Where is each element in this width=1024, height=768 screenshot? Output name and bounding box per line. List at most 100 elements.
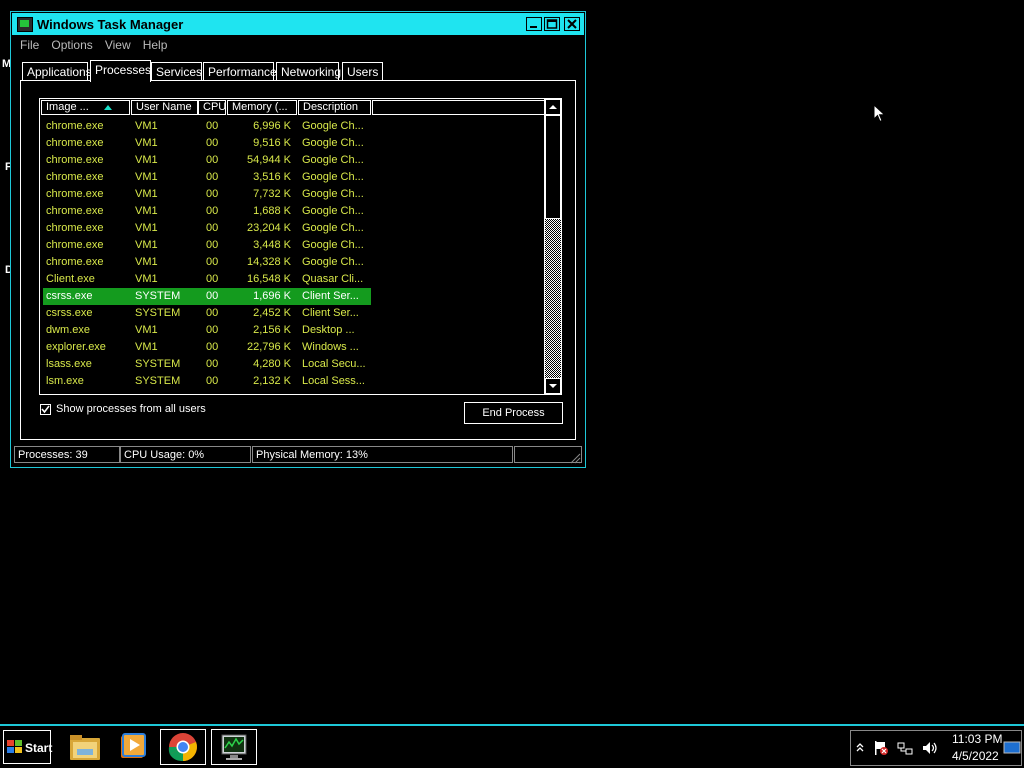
status-processes: Processes: 39 [14,446,120,463]
process-row[interactable]: lsm.exe SYSTEM 00 2,132 K Local Sess... [43,373,371,390]
process-row[interactable]: chrome.exe VM1 00 14,328 K Google Ch... [43,254,371,271]
tab-networking[interactable]: Networking [276,62,341,80]
vertical-scrollbar[interactable] [544,99,561,394]
window-title: Windows Task Manager [37,17,184,32]
process-memory: 3,448 K [253,239,291,251]
process-user: VM1 [135,205,158,217]
tab-services[interactable]: Services [151,62,202,80]
windows-logo-icon [7,740,22,753]
process-description: Quasar Cli... [302,273,364,285]
taskbar-task-manager[interactable] [211,729,257,765]
process-description: Google Ch... [302,205,364,217]
show-all-users-label[interactable]: Show processes from all users [56,403,206,415]
process-memory: 2,452 K [253,307,291,319]
action-center-flag-icon[interactable] [873,740,889,756]
resize-grip-icon[interactable] [569,452,581,464]
process-memory: 22,796 K [246,341,291,353]
process-cpu: 00 [206,188,219,200]
process-row[interactable]: chrome.exe VM1 00 23,204 K Google Ch... [43,220,371,237]
process-name: csrss.exe [46,307,93,319]
process-user: VM1 [135,256,158,268]
process-row[interactable]: Client.exe VM1 00 16,548 K Quasar Cli... [43,271,371,288]
process-description: Windows ... [302,341,359,353]
process-name: chrome.exe [46,171,104,183]
scroll-up-icon [549,105,557,109]
scroll-thumb[interactable] [545,115,561,219]
show-desktop-icon[interactable] [1003,740,1021,756]
process-description: Google Ch... [302,222,364,234]
end-process-button[interactable]: End Process [464,402,563,424]
close-button[interactable] [564,17,580,31]
volume-icon[interactable] [921,740,939,756]
taskbar-chrome[interactable] [160,729,206,765]
process-cpu: 00 [206,222,219,234]
process-row[interactable]: dwm.exe VM1 00 2,156 K Desktop ... [43,322,371,339]
process-row[interactable]: explorer.exe VM1 00 22,796 K Windows ... [43,339,371,356]
process-row[interactable]: lsass.exe SYSTEM 00 4,280 K Local Secu... [43,356,371,373]
process-name: chrome.exe [46,239,104,251]
process-name: csrss.exe [46,290,93,302]
process-name: dwm.exe [46,324,91,336]
process-name: chrome.exe [46,154,104,166]
process-row[interactable]: chrome.exe VM1 00 3,516 K Google Ch... [43,169,371,186]
process-row[interactable]: chrome.exe VM1 00 3,448 K Google Ch... [43,237,371,254]
process-row[interactable]: csrss.exe SYSTEM 00 1,696 K Client Ser... [43,288,371,305]
process-description: Google Ch... [302,171,364,183]
column-image-name[interactable]: Image ... [41,100,130,115]
column-memory[interactable]: Memory (... [227,100,297,115]
process-user: SYSTEM [135,290,181,302]
scroll-down-button[interactable] [545,378,561,394]
menu-bar: File Options View Help [20,38,176,54]
menu-file[interactable]: File [20,38,39,52]
clock-date[interactable]: 4/5/2022 [952,749,999,763]
process-cpu: 00 [206,290,219,302]
process-row[interactable]: chrome.exe VM1 00 54,944 K Google Ch... [43,152,371,169]
close-icon [567,19,577,29]
clock-time[interactable]: 11:03 PM [952,732,1002,746]
menu-help[interactable]: Help [143,38,168,52]
tab-processes[interactable]: Processes [90,60,151,82]
process-user: VM1 [135,222,158,234]
process-row[interactable]: csrss.exe SYSTEM 00 2,452 K Client Ser... [43,305,371,322]
process-row[interactable]: chrome.exe VM1 00 9,516 K Google Ch... [43,135,371,152]
network-icon[interactable] [897,740,913,756]
show-hidden-icons-icon[interactable] [855,742,865,754]
tab-applications[interactable]: Applications [22,62,92,80]
title-bar[interactable]: Windows Task Manager [12,13,584,35]
tab-users[interactable]: Users [342,62,383,80]
process-cpu: 00 [206,273,219,285]
process-name: chrome.exe [46,137,104,149]
column-description[interactable]: Description [298,100,371,115]
start-button[interactable]: Start [3,730,52,764]
process-memory: 16,548 K [246,273,291,285]
column-user-name[interactable]: User Name [131,100,198,115]
menu-view[interactable]: View [105,38,131,52]
process-name: chrome.exe [46,256,104,268]
file-explorer-icon [70,735,100,760]
process-memory: 7,732 K [253,188,291,200]
scroll-up-button[interactable] [545,99,561,115]
process-row[interactable]: chrome.exe VM1 00 7,732 K Google Ch... [43,186,371,203]
tab-performance[interactable]: Performance [203,62,277,80]
process-description: Google Ch... [302,120,364,132]
maximize-button[interactable] [544,17,560,31]
process-user: SYSTEM [135,307,181,319]
taskbar-file-explorer[interactable] [62,729,108,765]
process-cpu: 00 [206,205,219,217]
process-list[interactable]: Image ... User Name CPU Memory (... Desc… [39,98,562,395]
process-cpu: 00 [206,341,219,353]
process-row[interactable]: chrome.exe VM1 00 1,688 K Google Ch... [43,203,371,220]
process-memory: 1,696 K [253,290,291,302]
process-row[interactable]: chrome.exe VM1 00 6,996 K Google Ch... [43,118,371,135]
task-manager-icon [17,17,33,32]
menu-options[interactable]: Options [51,38,92,52]
show-all-users-checkbox[interactable] [40,404,51,415]
column-cpu[interactable]: CPU [198,100,226,115]
process-user: VM1 [135,239,158,251]
minimize-button[interactable] [526,17,542,31]
scroll-down-icon [549,384,557,388]
column-label: Image ... [46,101,89,113]
task-manager-window: Windows Task Manager File Options View H… [10,11,586,468]
process-cpu: 00 [206,375,219,387]
taskbar-media-player[interactable] [110,729,156,765]
